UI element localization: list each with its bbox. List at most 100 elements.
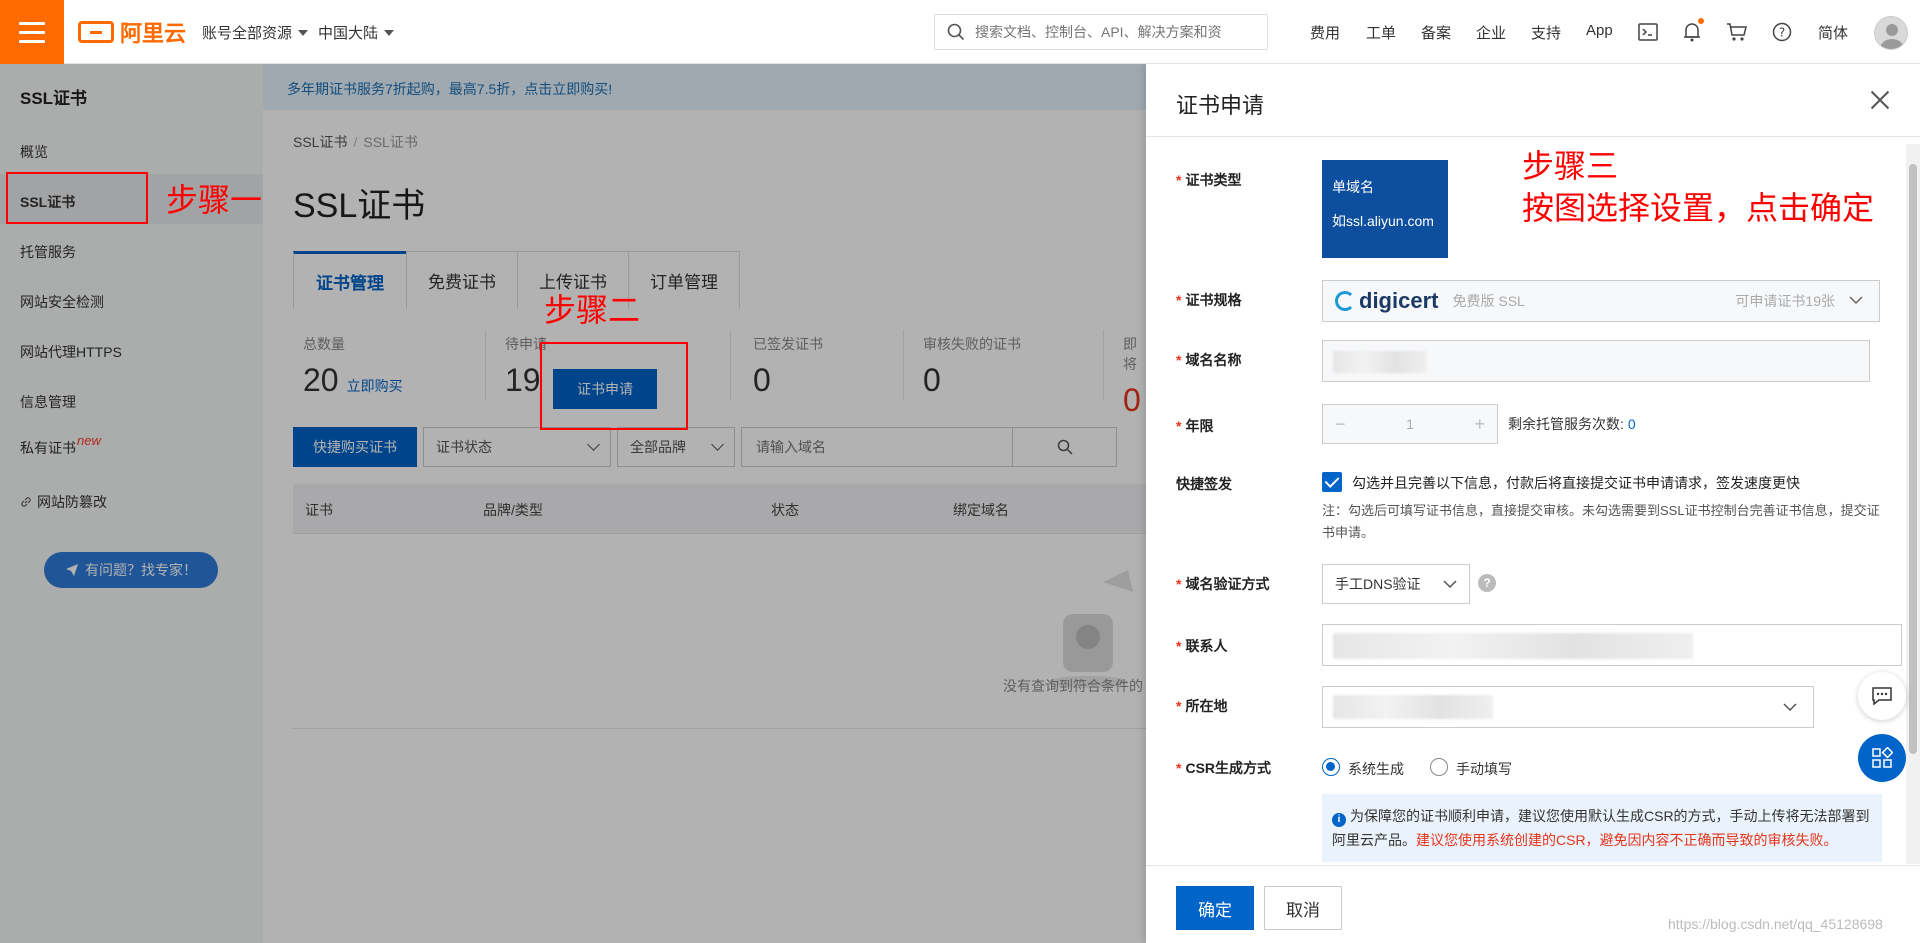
csr-system-label[interactable]: 系统生成 [1348, 759, 1404, 779]
label-cert-type: * 证书类型 [1176, 172, 1242, 188]
label-text: 证书类型 [1185, 172, 1242, 188]
confirm-button[interactable]: 确定 [1176, 886, 1254, 930]
chevron-down-icon [1849, 296, 1863, 305]
verify-method-value: 手工DNS验证 [1335, 576, 1421, 592]
label-text: 所在地 [1185, 698, 1228, 714]
search-icon [947, 23, 965, 41]
type-card-title: 单域名 [1332, 179, 1374, 195]
account-select[interactable]: 账号全部资源 [202, 22, 309, 43]
cancel-button[interactable]: 取消 [1264, 886, 1342, 930]
label-domain: * 域名名称 [1176, 352, 1242, 368]
terminal-icon[interactable] [1636, 20, 1660, 44]
search-input[interactable] [975, 24, 1255, 40]
plus-icon[interactable]: + [1474, 414, 1485, 435]
annotation-step2: 步骤二 [544, 292, 641, 328]
region-select[interactable]: 中国大陆 [318, 22, 395, 43]
label-cert-spec: * 证书规格 [1176, 292, 1242, 308]
aliyun-logo[interactable]: 阿里云 [78, 16, 186, 48]
label-quick-issue: 快捷签发 [1176, 474, 1232, 494]
csr-system-radio[interactable] [1322, 758, 1340, 776]
quick-issue-text: 勾选并且完善以下信息，付款后将直接提交证书申请请求，签发速度更快 [1352, 475, 1800, 491]
label-csr: * CSR生成方式 [1176, 760, 1272, 776]
redacted-value [1333, 633, 1693, 659]
account-select-label: 账号全部资源 [202, 25, 293, 42]
nav-enterprise[interactable]: 企业 [1476, 22, 1506, 43]
lang-switch[interactable]: 简体 [1818, 22, 1848, 43]
hosting-remaining-value: 0 [1627, 416, 1636, 432]
scrollbar-thumb[interactable] [1909, 164, 1917, 754]
drawer-scrollbar[interactable] [1906, 144, 1920, 864]
label-text: 联系人 [1185, 638, 1228, 654]
digicert-brand: digicert [1359, 288, 1439, 313]
cert-type-single-domain[interactable]: 单域名 如ssl.aliyun.com [1322, 160, 1448, 258]
drawer-title: 证书申请 [1176, 93, 1265, 118]
nav-fee[interactable]: 费用 [1310, 22, 1340, 43]
label-text: 域名名称 [1185, 352, 1242, 368]
quick-issue-note: 注：勾选后可填写证书信息，直接提交审核。未勾选需要到SSL证书控制台完善证书信息… [1322, 503, 1880, 540]
nav-icp[interactable]: 备案 [1421, 22, 1451, 43]
nav-ticket[interactable]: 工单 [1366, 22, 1396, 43]
spec-edition: 免费版 SSL [1452, 293, 1525, 309]
cart-icon[interactable] [1725, 20, 1749, 44]
label-contact: * 联系人 [1176, 638, 1228, 654]
global-search[interactable] [934, 14, 1268, 50]
annotation-step3-line2: 按图选择设置，点击确定 [1522, 189, 1875, 226]
location-select[interactable] [1322, 686, 1814, 728]
years-stepper[interactable]: − 1 + [1322, 404, 1498, 444]
chevron-down-icon [1783, 703, 1797, 712]
caret-down-icon [298, 29, 309, 36]
csr-info-box: i 为保障您的证书顺利申请，建议您使用默认生成CSR的方式，手动上传将无法部署到阿… [1322, 794, 1882, 862]
hosting-remaining: 剩余托管服务次数: 0 [1508, 414, 1636, 434]
drawer-divider [1146, 136, 1920, 137]
label-location: * 所在地 [1176, 698, 1228, 714]
annotation-step1: 步骤一 [166, 182, 263, 218]
redacted-value [1333, 351, 1427, 373]
region-select-label: 中国大陆 [318, 25, 379, 42]
nav-support[interactable]: 支持 [1531, 22, 1561, 43]
redacted-value [1333, 695, 1493, 719]
cert-spec-select[interactable]: digicert 免费版 SSL 可申请证书19张 [1322, 280, 1880, 322]
domain-field[interactable] [1322, 340, 1870, 382]
annotation-step3: 步骤三 按图选择设置，点击确定 [1522, 146, 1874, 229]
label-text: 证书规格 [1185, 292, 1242, 308]
digicert-logo: digicert [1335, 288, 1438, 314]
info-icon: i [1332, 813, 1346, 827]
close-icon[interactable] [1870, 90, 1890, 110]
chat-icon[interactable] [1858, 672, 1906, 720]
csr-manual-label[interactable]: 手动填写 [1456, 759, 1512, 779]
notification-dot [1698, 18, 1704, 24]
digicert-mark-icon [1335, 291, 1355, 311]
chevron-down-icon [1443, 580, 1457, 589]
brand-name: 阿里云 [120, 21, 187, 46]
annotation-box-step1 [6, 172, 148, 224]
verify-method-select[interactable]: 手工DNS验证 [1322, 564, 1470, 604]
logo-mark-icon [78, 21, 114, 43]
minus-icon[interactable]: − [1335, 414, 1346, 435]
years-value: 1 [1406, 416, 1414, 432]
label-text: 年限 [1185, 418, 1214, 434]
help-icon[interactable]: ? [1770, 20, 1794, 44]
bell-icon[interactable] [1680, 18, 1704, 44]
avatar[interactable] [1874, 16, 1908, 50]
menu-icon[interactable] [0, 0, 64, 64]
csr-manual-radio[interactable] [1430, 758, 1448, 776]
hosting-remaining-label: 剩余托管服务次数: [1508, 416, 1624, 432]
spec-remaining: 可申请证书19张 [1735, 293, 1835, 309]
help-icon[interactable]: ? [1478, 574, 1496, 592]
watermark: https://blog.csdn.net/qq_45128698 [1668, 916, 1883, 932]
quick-issue-checkbox[interactable] [1322, 472, 1342, 492]
nav-app[interactable]: App [1586, 22, 1613, 39]
label-text: 快捷签发 [1176, 476, 1232, 492]
caret-down-icon [384, 29, 395, 36]
label-years: * 年限 [1176, 418, 1214, 434]
svg-text:?: ? [1779, 26, 1785, 40]
annotation-box-step2 [540, 342, 688, 430]
label-verify: * 域名验证方式 [1176, 576, 1270, 592]
contact-field[interactable] [1322, 624, 1902, 666]
label-text: 域名验证方式 [1185, 576, 1270, 592]
apps-grid-icon[interactable] [1858, 734, 1906, 782]
label-text: CSR生成方式 [1185, 760, 1272, 776]
annotation-step3-line1: 步骤三 [1522, 148, 1619, 184]
type-card-example: 如ssl.aliyun.com [1332, 213, 1434, 229]
top-bar: 阿里云 账号全部资源 中国大陆 费用 工单 备案 企业 支持 App ? 简体 [0, 0, 1920, 64]
